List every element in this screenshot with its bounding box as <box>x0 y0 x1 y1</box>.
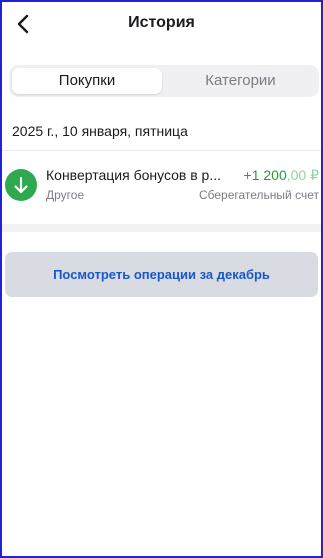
amount-fraction: ,00 ₽ <box>286 167 319 183</box>
transaction-row[interactable]: Конвертация бонусов в р... +1 200,00 ₽ Д… <box>2 160 321 210</box>
divider <box>2 150 321 151</box>
tab-categories[interactable]: Категории <box>165 68 316 94</box>
app-frame: История Покупки Категории 2025 г., 10 ян… <box>0 0 323 558</box>
page-title: История <box>128 14 195 31</box>
segmented-tabs: Покупки Категории <box>9 65 319 97</box>
transaction-title: Конвертация бонусов в р... <box>46 167 221 183</box>
section-separator <box>2 224 321 232</box>
tab-purchases[interactable]: Покупки <box>12 68 162 94</box>
arrow-down-icon <box>14 176 28 194</box>
transaction-amount: +1 200,00 ₽ <box>244 167 319 184</box>
header: История <box>2 2 321 48</box>
amount-main: +1 200 <box>243 167 287 183</box>
transaction-icon-badge <box>5 169 37 201</box>
transaction-category: Другое <box>46 188 85 202</box>
date-heading: 2025 г., 10 января, пятница <box>12 123 188 139</box>
show-december-operations-button[interactable]: Посмотреть операции за декабрь <box>5 252 318 297</box>
transaction-account: Сберегательный счет <box>198 188 319 202</box>
